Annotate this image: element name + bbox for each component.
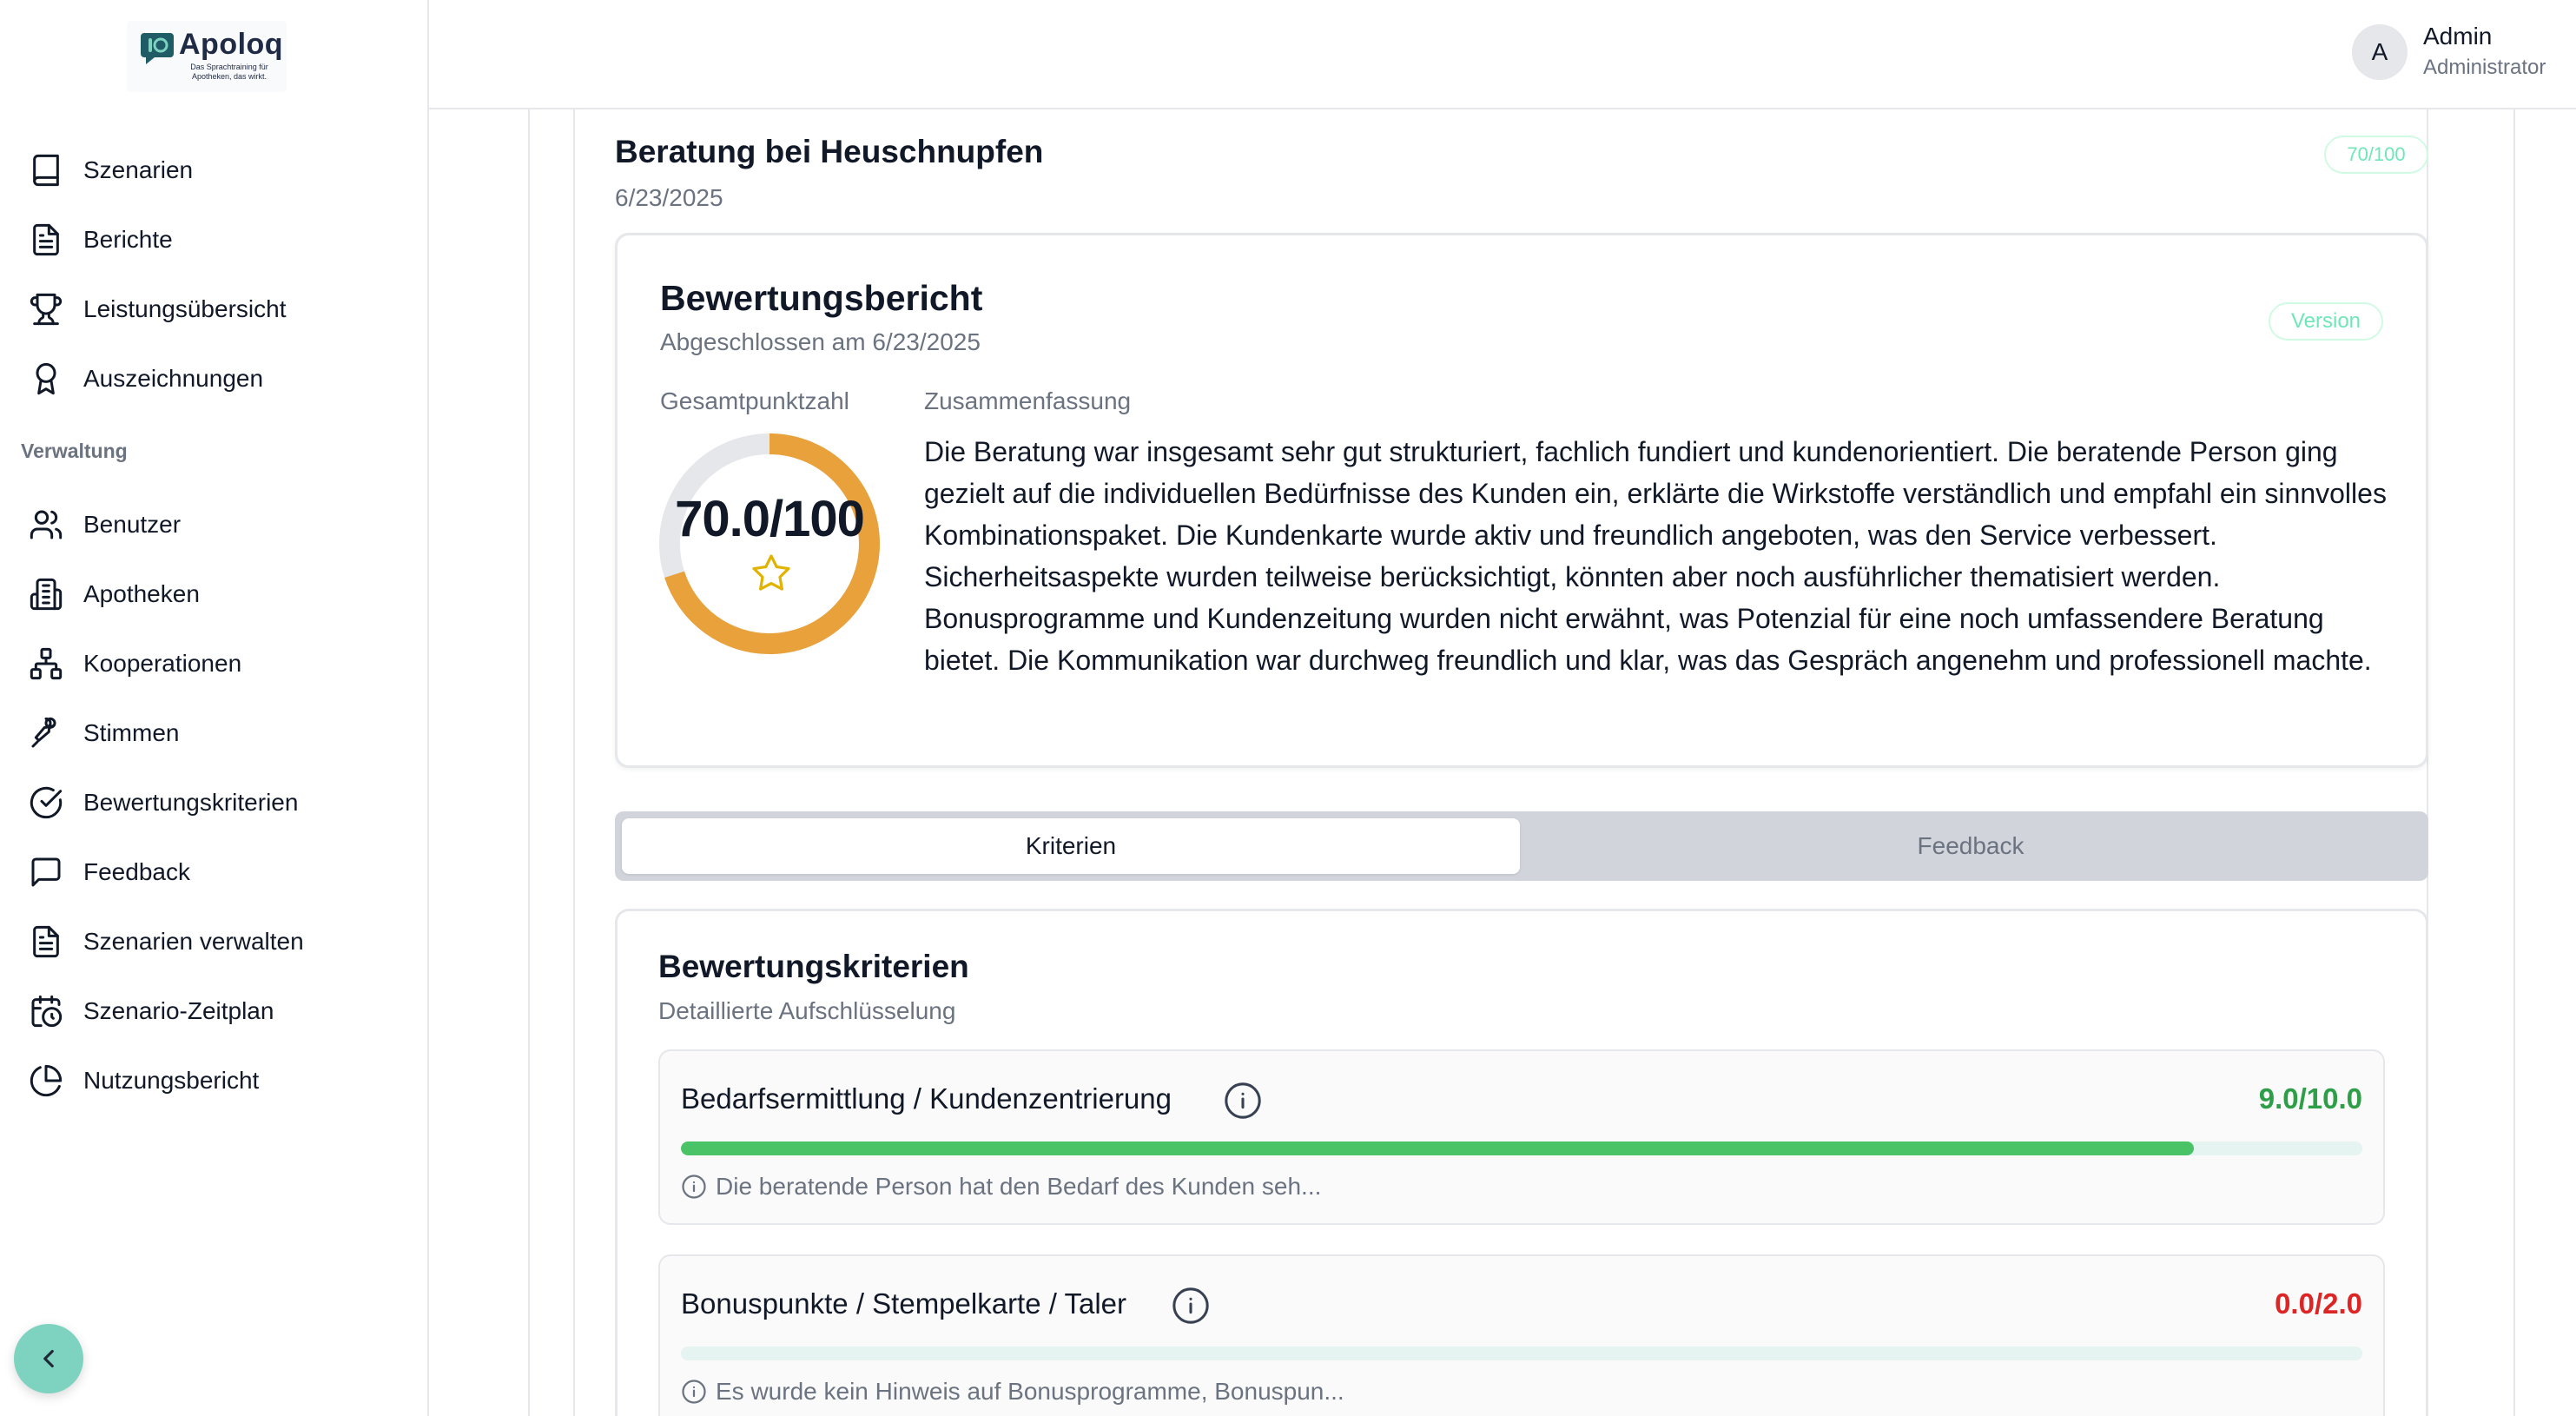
sidebar-item-kooperationen[interactable]: Kooperationen xyxy=(26,638,408,690)
sidebar-item-szenarien[interactable]: Szenarien xyxy=(26,144,408,196)
calendar-clock-icon xyxy=(26,991,66,1031)
sidebar-item-nutzungsbericht[interactable]: Nutzungsbericht xyxy=(26,1055,408,1107)
sidebar-item-label: Szenarien xyxy=(83,156,194,183)
sidebar-item-label: Szenarien verwalten xyxy=(83,928,304,955)
criterion-name: Bedarfsermittlung / Kundenzentrierung xyxy=(681,1082,1172,1115)
info-icon[interactable] xyxy=(1171,1286,1211,1326)
sidebar: Apoloq Das Sprachtraining für Apotheken,… xyxy=(0,0,429,1416)
logo-mark-icon xyxy=(141,33,174,64)
sidebar-item-stimmen[interactable]: Stimmen xyxy=(26,707,408,759)
check-circle-icon xyxy=(26,783,66,823)
sidebar-item-label: Leistungsübersicht xyxy=(83,295,287,322)
criterion-note-text: Es wurde kein Hinweis auf Bonusprogramme… xyxy=(716,1378,1344,1405)
criterion-item: Bonuspunkte / Stempelkarte / Taler 0.0/2… xyxy=(658,1254,2385,1416)
avatar[interactable]: A xyxy=(2352,24,2408,80)
sidebar-item-auszeichnungen[interactable]: Auszeichnungen xyxy=(26,353,408,405)
score-badge: 70/100 xyxy=(2324,136,2428,174)
info-icon[interactable] xyxy=(1223,1081,1263,1121)
user-role: Administrator xyxy=(2423,56,2546,79)
criterion-score: 9.0/10.0 xyxy=(2258,1082,2362,1115)
sidebar-item-feedback[interactable]: Feedback xyxy=(26,846,408,898)
user-name: Admin xyxy=(2423,23,2493,50)
brand-name: Apoloq xyxy=(179,28,284,61)
tab-feedback[interactable]: Feedback xyxy=(1520,818,2421,874)
chevron-left-icon xyxy=(43,1349,54,1368)
total-score-label: Gesamtpunktzahl xyxy=(660,387,849,414)
sidebar-item-berichte[interactable]: Berichte xyxy=(26,214,408,266)
sidebar-item-label: Nutzungsbericht xyxy=(83,1067,260,1094)
summary-label: Zusammenfassung xyxy=(924,387,1132,414)
criterion-progress-bar xyxy=(681,1141,2362,1155)
sidebar-item-label: Bewertungskriterien xyxy=(83,789,299,816)
message-icon xyxy=(26,852,66,892)
version-badge: Version xyxy=(2269,302,2383,341)
sidebar-item-label: Stimmen xyxy=(83,719,180,746)
total-score-value: 70.0/100 xyxy=(675,491,865,547)
sidebar-item-benutzer[interactable]: Benutzer xyxy=(26,499,408,551)
document-icon xyxy=(26,220,66,260)
criterion-note: Es wurde kein Hinweis auf Bonusprogramme… xyxy=(681,1378,1344,1406)
info-small-icon xyxy=(682,1174,706,1199)
page-date: 6/23/2025 xyxy=(615,184,723,211)
book-icon xyxy=(26,150,66,190)
criteria-title: Bewertungskriterien xyxy=(658,949,969,984)
criterion-progress-bar xyxy=(681,1347,2362,1360)
criteria-subtitle: Detaillierte Aufschlüsselung xyxy=(658,997,956,1024)
microphone-icon xyxy=(26,713,66,753)
document-icon xyxy=(26,922,66,962)
criterion-score: 0.0/2.0 xyxy=(2275,1287,2362,1320)
trophy-icon xyxy=(26,289,66,329)
criterion-note-text: Die beratende Person hat den Bedarf des … xyxy=(716,1173,1322,1200)
section-label-verwaltung: Verwaltung xyxy=(21,440,128,462)
sidebar-item-label: Benutzer xyxy=(83,511,182,538)
sidebar-item-label: Feedback xyxy=(83,858,190,885)
sidebar-item-label: Apotheken xyxy=(83,580,200,607)
award-icon xyxy=(26,359,66,399)
sidebar-item-szenarien-verwalten[interactable]: Szenarien verwalten xyxy=(26,916,408,968)
network-icon xyxy=(26,644,66,684)
sidebar-item-bewertungskriterien[interactable]: Bewertungskriterien xyxy=(26,777,408,829)
sidebar-item-apotheken[interactable]: Apotheken xyxy=(26,568,408,620)
criterion-note: Die beratende Person hat den Bedarf des … xyxy=(681,1173,1321,1201)
sidebar-item-leistungsuebersicht[interactable]: Leistungsübersicht xyxy=(26,283,408,335)
sidebar-item-label: Berichte xyxy=(83,226,173,253)
info-small-icon xyxy=(682,1380,706,1404)
collapse-sidebar-button[interactable] xyxy=(14,1324,83,1393)
criterion-progress-fill xyxy=(681,1141,2195,1155)
tab-bar: Kriterien Feedback xyxy=(615,811,2428,881)
brand-tagline: Das Sprachtraining für Apotheken, das wi… xyxy=(190,63,268,81)
pie-chart-icon xyxy=(26,1061,66,1101)
criterion-name: Bonuspunkte / Stempelkarte / Taler xyxy=(681,1287,1127,1320)
report-subtitle: Abgeschlossen am 6/23/2025 xyxy=(660,328,981,355)
criterion-item: Bedarfsermittlung / Kundenzentrierung 9.… xyxy=(658,1049,2385,1225)
page-title: Beratung bei Heuschnupfen xyxy=(615,134,1044,169)
summary-text: Die Beratung war insgesamt sehr gut stru… xyxy=(924,436,2387,676)
sidebar-item-label: Auszeichnungen xyxy=(83,365,264,392)
star-icon xyxy=(752,554,790,591)
brand-logo[interactable]: Apoloq Das Sprachtraining für Apotheken,… xyxy=(127,21,287,92)
sidebar-item-szenario-zeitplan[interactable]: Szenario-Zeitplan xyxy=(26,985,408,1037)
tab-kriterien[interactable]: Kriterien xyxy=(622,818,1520,874)
building-icon xyxy=(26,574,66,614)
sidebar-item-label: Kooperationen xyxy=(83,650,242,677)
users-icon xyxy=(26,505,66,545)
top-header xyxy=(429,0,2576,109)
report-title: Bewertungsbericht xyxy=(660,278,983,318)
sidebar-item-label: Szenario-Zeitplan xyxy=(83,997,274,1024)
